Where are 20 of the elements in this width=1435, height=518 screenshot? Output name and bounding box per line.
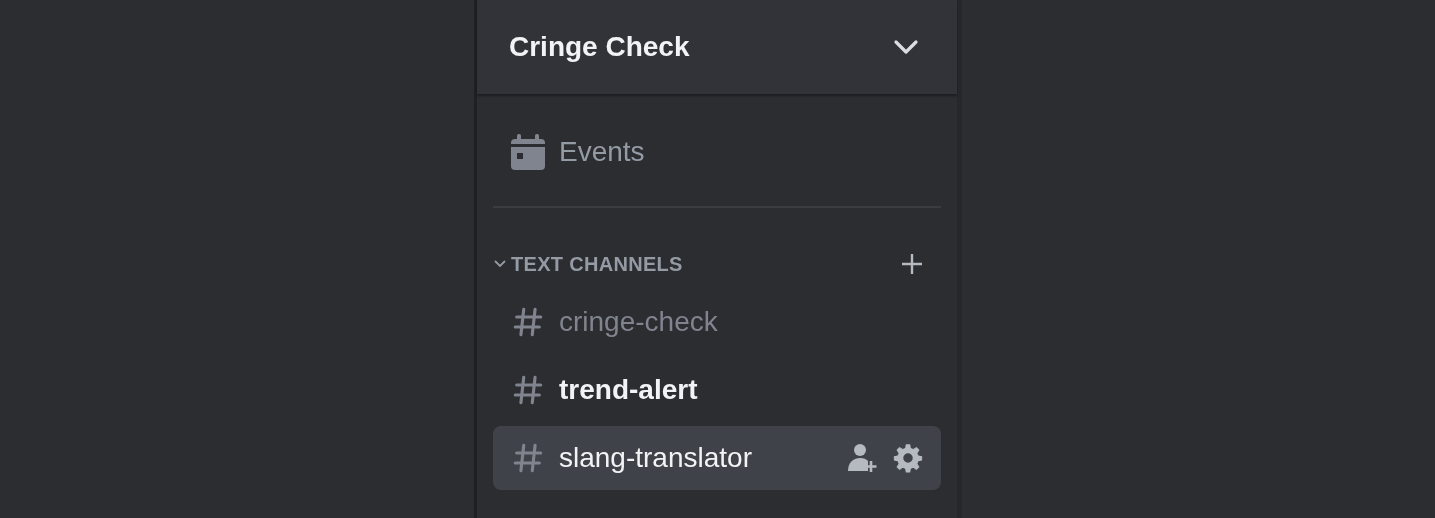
channel-item[interactable]: cringe-check bbox=[493, 290, 941, 354]
add-member-icon[interactable] bbox=[847, 443, 879, 473]
chevron-icon[interactable] bbox=[493, 259, 507, 269]
channel-item[interactable]: trend-alert bbox=[493, 358, 941, 422]
server-header[interactable]: Cringe Check bbox=[477, 0, 957, 94]
settings-icon[interactable] bbox=[893, 443, 923, 473]
calendar-icon bbox=[511, 134, 545, 170]
server-name: Cringe Check bbox=[509, 31, 690, 63]
channel-name: cringe-check bbox=[559, 306, 719, 338]
plus-icon[interactable] bbox=[901, 253, 923, 275]
hashtag-icon bbox=[511, 305, 545, 339]
channel-item[interactable]: slang-translator bbox=[493, 426, 941, 490]
category-name[interactable]: TEXT CHANNELS bbox=[511, 252, 901, 276]
channel-name: slang-translator bbox=[559, 442, 753, 474]
chevron-down-icon[interactable] bbox=[893, 39, 919, 55]
channel-name: trend-alert bbox=[559, 374, 699, 406]
hashtag-icon bbox=[511, 373, 545, 407]
events-item[interactable]: Events bbox=[493, 120, 941, 184]
events-label: Events bbox=[559, 136, 645, 168]
hashtag-icon bbox=[511, 441, 545, 475]
